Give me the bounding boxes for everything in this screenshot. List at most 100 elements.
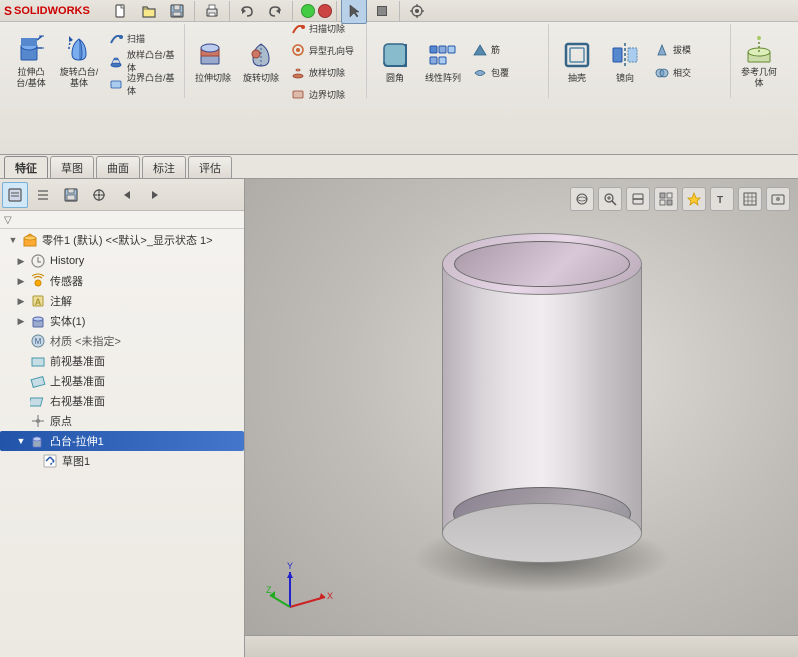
front-plane-node[interactable]: ▶ 前视基准面 xyxy=(0,351,244,371)
sweep-cut-button[interactable]: 扫描切除 xyxy=(286,22,362,38)
extrude-cut-button[interactable]: 拉伸切除 xyxy=(190,26,236,96)
intersect-label: 相交 xyxy=(673,66,691,79)
green-light xyxy=(301,4,315,18)
finish-small-group: 筋 包覆 xyxy=(468,26,544,96)
boss-extrude1-expand: ▼ xyxy=(16,436,26,446)
boundary-button[interactable]: 边界凸台/基体 xyxy=(104,74,180,95)
panel-crosshair-button[interactable] xyxy=(86,182,112,208)
vp-zoom-button[interactable] xyxy=(598,187,622,211)
ref-geometry-label: 参考几何体 xyxy=(739,67,779,89)
intersect-icon xyxy=(654,65,670,81)
ref-geometry-icon xyxy=(743,33,775,65)
options-button[interactable] xyxy=(404,0,430,24)
solid-label: 实体(1) xyxy=(50,313,85,329)
top-toolbar: S SOLIDWORKS xyxy=(0,0,798,155)
vp-orient-button[interactable] xyxy=(570,187,594,211)
hole-wizard-button[interactable]: 异型孔向导 xyxy=(286,40,362,60)
root-node[interactable]: ▼ 零件1 (默认) <<默认>_显示状态 1> xyxy=(0,229,244,251)
coordinate-axes: X Y Z xyxy=(265,557,335,627)
vp-display-button[interactable] xyxy=(654,187,678,211)
top-plane-icon xyxy=(30,373,46,389)
vp-text-button[interactable]: T xyxy=(710,187,734,211)
tab-dimension[interactable]: 标注 xyxy=(142,156,186,178)
save-button[interactable] xyxy=(164,0,190,24)
cut-small-group: 扫描切除 异型孔向导 放样切除 xyxy=(286,26,362,96)
tab-sketch[interactable]: 草图 xyxy=(50,156,94,178)
solid-node[interactable]: ▶ 实体(1) xyxy=(0,311,244,331)
vp-extra-button[interactable] xyxy=(766,187,790,211)
boundary-cut-button[interactable]: 边界切除 xyxy=(286,84,362,100)
redo-button[interactable] xyxy=(262,0,288,24)
material-label: 材质 <未指定> xyxy=(50,333,121,349)
svg-text:A: A xyxy=(35,297,42,307)
sensor-node[interactable]: ▶ 传感器 xyxy=(0,271,244,291)
app-logo: S SOLIDWORKS xyxy=(4,2,104,20)
solid-icon xyxy=(30,313,46,329)
boundary-cut-label: 边界切除 xyxy=(309,88,345,101)
vp-grid-button[interactable] xyxy=(738,187,762,211)
3d-viewport[interactable]: T X Y Z xyxy=(245,179,798,657)
right-plane-node[interactable]: ▶ 右视基准面 xyxy=(0,391,244,411)
tab-features[interactable]: 特征 xyxy=(4,156,48,178)
history-expand: ▶ xyxy=(16,256,26,266)
undo-button[interactable] xyxy=(234,0,260,24)
menu-bar: S SOLIDWORKS xyxy=(0,0,798,22)
sketch1-node[interactable]: ▶ 草图1 xyxy=(0,451,244,471)
sensor-expand: ▶ xyxy=(16,276,26,286)
panel-list-button[interactable] xyxy=(30,182,56,208)
fillet-button[interactable]: 圆角 xyxy=(372,26,418,96)
wrap-button[interactable]: 包覆 xyxy=(468,62,544,83)
sweep-icon xyxy=(108,30,124,46)
logo-s-icon: S xyxy=(4,4,12,18)
new-button[interactable] xyxy=(108,0,134,24)
boss-extrude1-node[interactable]: ▼ 凸台-拉伸1 xyxy=(0,431,244,451)
boss-base-label: 拉伸凸 台/基体 xyxy=(11,67,51,89)
extrude-cut-label: 拉伸切除 xyxy=(195,73,231,84)
stop-button[interactable] xyxy=(369,0,395,24)
boss-base-button[interactable]: 拉伸凸 台/基体 xyxy=(8,26,54,96)
select-button[interactable] xyxy=(341,0,367,24)
linear-pattern-button[interactable]: 线性阵列 xyxy=(420,26,466,96)
sweep-label: 扫描 xyxy=(127,32,145,45)
sweep-button[interactable]: 扫描 xyxy=(104,28,180,49)
draft-button[interactable]: 拔模 xyxy=(650,39,726,60)
loft-button[interactable]: 放样凸台/基体 xyxy=(104,51,180,72)
root-expand-icon: ▼ xyxy=(8,235,18,245)
tab-bar: 特征 草图 曲面 标注 评估 xyxy=(0,155,798,179)
intersect-button[interactable]: 相交 xyxy=(650,62,726,83)
revolve-base-button[interactable]: 旋转凸台/基体 xyxy=(56,26,102,96)
ref-geometry-button[interactable]: 参考几何体 xyxy=(736,26,782,96)
tab-evaluate[interactable]: 评估 xyxy=(188,156,232,178)
rib-button[interactable]: 筋 xyxy=(468,39,544,60)
loft-cut-button[interactable]: 放样切除 xyxy=(286,62,362,82)
panel-save-button[interactable] xyxy=(58,182,84,208)
tab-surface[interactable]: 曲面 xyxy=(96,156,140,178)
vp-lightning-button[interactable] xyxy=(682,187,706,211)
annotation-icon: A xyxy=(30,293,46,309)
top-plane-node[interactable]: ▶ 上视基准面 xyxy=(0,371,244,391)
shell-button[interactable]: 抽壳 xyxy=(554,26,600,96)
linear-pattern-icon xyxy=(427,39,459,71)
origin-node[interactable]: ▶ 原点 xyxy=(0,411,244,431)
material-node[interactable]: ▶ M 材质 <未指定> xyxy=(0,331,244,351)
loft-icon xyxy=(108,53,124,69)
left-panel: ▽ ▼ 零件1 (默认) <<默认>_显示状态 1> ▶ History ▶ 传… xyxy=(0,179,245,657)
print-button[interactable] xyxy=(199,0,225,24)
panel-next-button[interactable] xyxy=(142,182,168,208)
traffic-lights xyxy=(301,4,332,18)
open-button[interactable] xyxy=(136,0,162,24)
history-node[interactable]: ▶ History xyxy=(0,251,244,271)
loft-cut-label: 放样切除 xyxy=(309,66,345,79)
svg-text:Z: Z xyxy=(266,585,272,595)
mirror-icon xyxy=(609,39,641,71)
root-label: 零件1 (默认) <<默认>_显示状态 1> xyxy=(42,232,213,248)
svg-text:M: M xyxy=(35,337,42,346)
mirror-button[interactable]: 镜向 xyxy=(602,26,648,96)
vp-section-button[interactable] xyxy=(626,187,650,211)
fillet-icon xyxy=(379,39,411,71)
revolve-cut-button[interactable]: 旋转切除 xyxy=(238,26,284,96)
annotation-node[interactable]: ▶ A 注解 xyxy=(0,291,244,311)
panel-properties-button[interactable] xyxy=(2,182,28,208)
panel-prev-button[interactable] xyxy=(114,182,140,208)
rib-icon xyxy=(472,42,488,58)
